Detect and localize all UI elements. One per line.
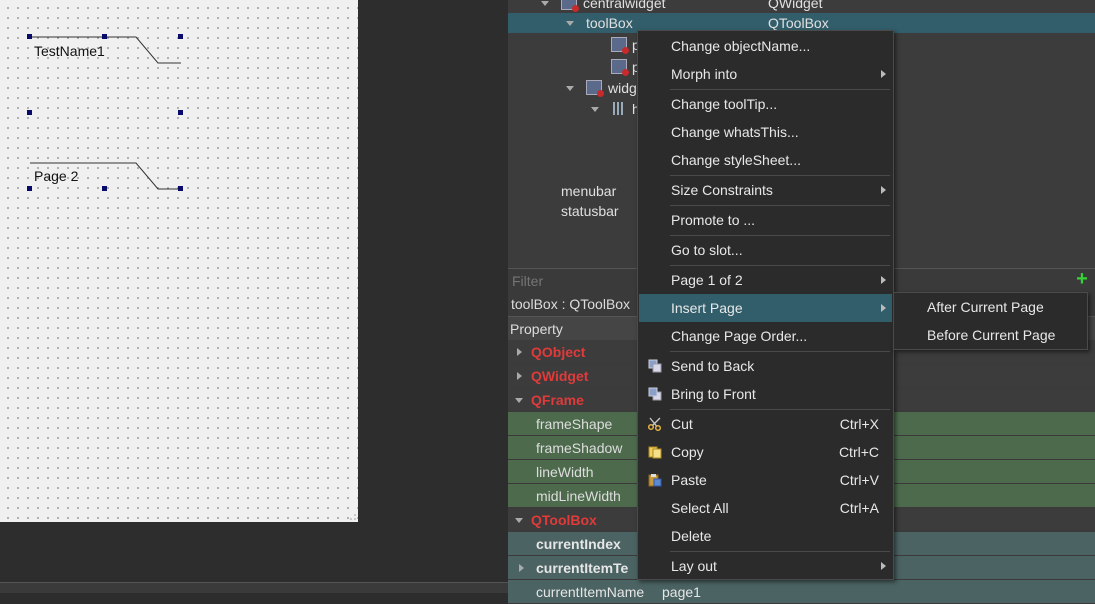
expand-arrow-icon[interactable] — [566, 21, 574, 26]
expand-arrow-icon[interactable] — [517, 372, 522, 380]
submenu-arrow-icon — [881, 276, 886, 284]
context-menu: Change objectName... Morph into Change t… — [637, 30, 894, 580]
editor-background — [358, 0, 508, 582]
menu-item-bring-to-front[interactable]: Bring to Front — [639, 380, 892, 408]
menu-item-change-objectname[interactable]: Change objectName... — [639, 32, 892, 60]
resize-handle-r[interactable] — [178, 110, 183, 115]
resize-handle-l[interactable] — [27, 110, 32, 115]
menu-item-size-constraints[interactable]: Size Constraints — [639, 176, 892, 204]
scissors-icon — [648, 417, 662, 431]
menu-item-go-to-slot[interactable]: Go to slot... — [639, 236, 892, 264]
submenu-arrow-icon — [881, 186, 886, 194]
menu-item-send-to-back[interactable]: Send to Back — [639, 352, 892, 380]
collapse-arrow-icon[interactable] — [515, 398, 523, 403]
resize-handle-tl[interactable] — [27, 34, 32, 39]
expand-arrow-icon[interactable] — [591, 107, 599, 112]
send-to-back-icon — [648, 359, 662, 373]
menu-item-morph-into[interactable]: Morph into — [639, 60, 892, 88]
expand-arrow-icon[interactable] — [566, 86, 574, 91]
plus-icon[interactable]: + — [1073, 269, 1091, 289]
submenu-arrow-icon — [881, 562, 886, 570]
menu-item-before-current-page[interactable]: Before Current Page — [895, 321, 1086, 349]
resize-handle-tr[interactable] — [178, 34, 183, 39]
menu-item-change-stylesheet[interactable]: Change styleSheet... — [639, 146, 892, 174]
toolbox-page1-tab[interactable]: TestName1 — [34, 43, 105, 59]
menu-item-insert-page[interactable]: Insert Page — [639, 294, 892, 322]
submenu-arrow-icon — [881, 70, 886, 78]
menu-item-select-all[interactable]: Select All Ctrl+A — [639, 494, 892, 522]
menu-item-change-page-order[interactable]: Change Page Order... — [639, 322, 892, 350]
widget-icon — [611, 37, 629, 54]
menu-item-page-of[interactable]: Page 1 of 2 — [639, 266, 892, 294]
toolbox-tab-outlines — [30, 36, 181, 190]
submenu-arrow-icon — [881, 304, 886, 312]
resize-handle-br[interactable] — [178, 186, 183, 191]
bring-to-front-icon — [648, 387, 662, 401]
menu-item-promote-to[interactable]: Promote to ... — [639, 206, 892, 234]
menu-item-copy[interactable]: Copy Ctrl+C — [639, 438, 892, 466]
menu-item-change-whatsthis[interactable]: Change whatsThis... — [639, 118, 892, 146]
menu-item-cut[interactable]: Cut Ctrl+X — [639, 410, 892, 438]
expand-arrow-icon[interactable] — [517, 348, 522, 356]
widget-icon — [561, 0, 579, 12]
layout-icon — [612, 102, 625, 115]
widget-icon — [611, 59, 629, 76]
bottom-panel-strip — [0, 582, 508, 593]
paste-icon — [648, 474, 662, 487]
expand-arrow-icon[interactable] — [541, 1, 549, 6]
menu-item-paste[interactable]: Paste Ctrl+V — [639, 466, 892, 494]
tree-row-centralwidget[interactable]: centralwidget QWidget — [508, 0, 1095, 13]
resize-handle-t[interactable] — [102, 34, 107, 39]
insert-page-submenu: After Current Page Before Current Page — [893, 292, 1088, 350]
toolbox-page2-tab[interactable]: Page 2 — [34, 168, 78, 184]
resize-handle-bl[interactable] — [27, 186, 32, 191]
menu-item-lay-out[interactable]: Lay out — [639, 552, 892, 580]
form-canvas[interactable]: TestName1 Page 2 — [0, 0, 359, 522]
property-currentitemname[interactable]: currentItemName page1 — [508, 580, 1095, 604]
expand-arrow-icon[interactable] — [519, 564, 524, 572]
collapse-arrow-icon[interactable] — [515, 518, 523, 523]
menu-item-change-tooltip[interactable]: Change toolTip... — [639, 90, 892, 118]
menu-item-delete[interactable]: Delete — [639, 522, 892, 550]
widget-icon — [586, 80, 604, 97]
menu-item-after-current-page[interactable]: After Current Page — [895, 293, 1086, 321]
resize-handle-b[interactable] — [102, 186, 107, 191]
size-grip-icon[interactable] — [348, 512, 356, 520]
copy-icon — [648, 446, 662, 459]
